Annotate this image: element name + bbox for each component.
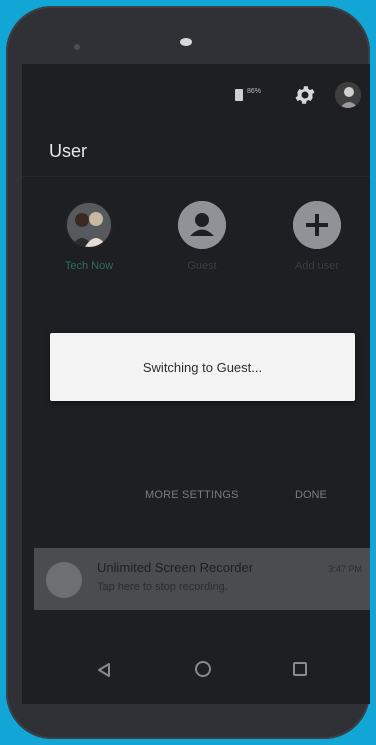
add-user-button[interactable]: Add user <box>277 201 357 272</box>
panel-title: User <box>49 141 88 161</box>
divider <box>22 176 370 177</box>
done-button[interactable]: DONE <box>295 489 327 501</box>
person-icon <box>178 201 226 249</box>
user-label: Guest <box>187 260 217 272</box>
notification[interactable]: Unlimited Screen Recorder Tap here to st… <box>34 548 370 610</box>
battery-icon <box>235 89 243 101</box>
avatar[interactable] <box>335 82 361 108</box>
gear-icon[interactable] <box>293 83 317 107</box>
navigation-bar <box>22 640 370 700</box>
notification-subtitle: Tap here to stop recording. <box>97 581 228 593</box>
earpiece <box>180 38 192 46</box>
progress-dialog: Switching to Guest... <box>50 333 355 401</box>
screen: 86% User Tech Now Guest Add user Switchi… <box>22 64 370 704</box>
user-label: Tech Now <box>64 260 114 272</box>
notification-title: Unlimited Screen Recorder <box>97 560 254 575</box>
back-icon[interactable] <box>96 662 112 678</box>
user-label: Add user <box>294 260 340 272</box>
user-guest[interactable]: Guest <box>162 201 242 272</box>
user-photo <box>65 201 113 249</box>
user-tech-now[interactable]: Tech Now <box>49 201 129 272</box>
battery-percent: 86% <box>247 88 262 95</box>
dialog-message: Switching to Guest... <box>142 360 263 375</box>
front-sensor <box>74 44 80 50</box>
recents-icon[interactable] <box>293 662 307 676</box>
home-icon[interactable] <box>194 660 212 678</box>
plus-icon <box>293 201 341 249</box>
recorder-app-icon <box>46 562 82 598</box>
status-bar: 86% <box>220 64 370 122</box>
notification-time: 3:47 PM <box>328 564 362 574</box>
more-settings-button[interactable]: MORE SETTINGS <box>145 489 239 501</box>
phone-frame: 86% User Tech Now Guest Add user Switchi… <box>6 6 370 739</box>
